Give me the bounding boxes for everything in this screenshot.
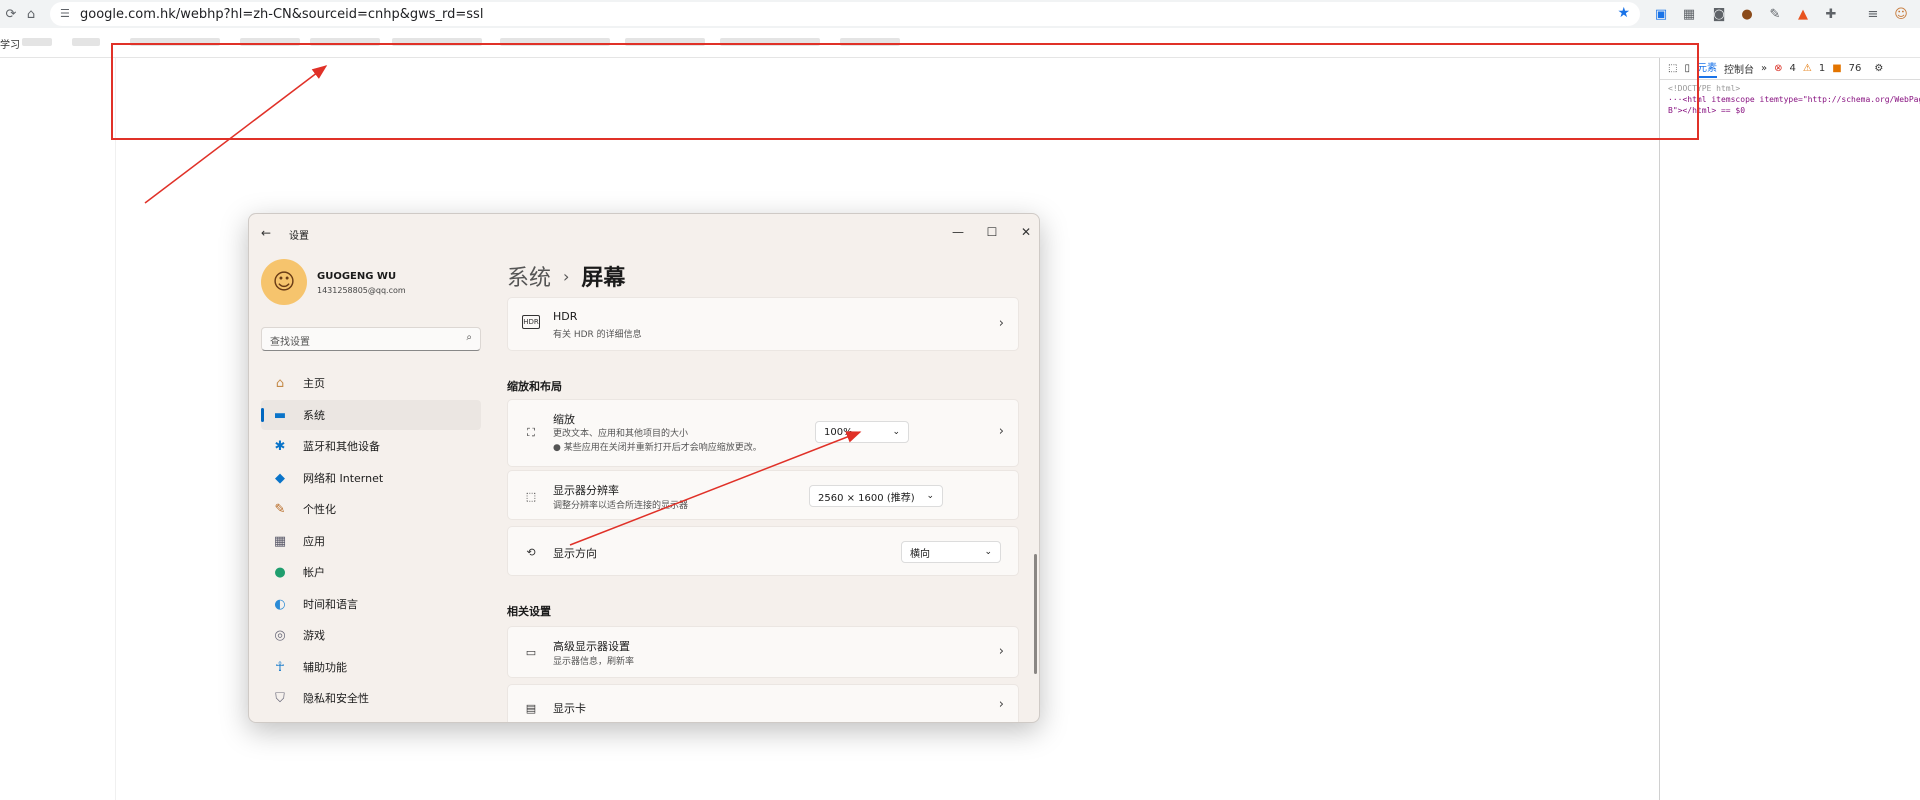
annotation-arrows bbox=[144, 65, 862, 546]
annotation-arrow-lower bbox=[569, 431, 862, 546]
annotation-arrow-top bbox=[144, 65, 328, 204]
